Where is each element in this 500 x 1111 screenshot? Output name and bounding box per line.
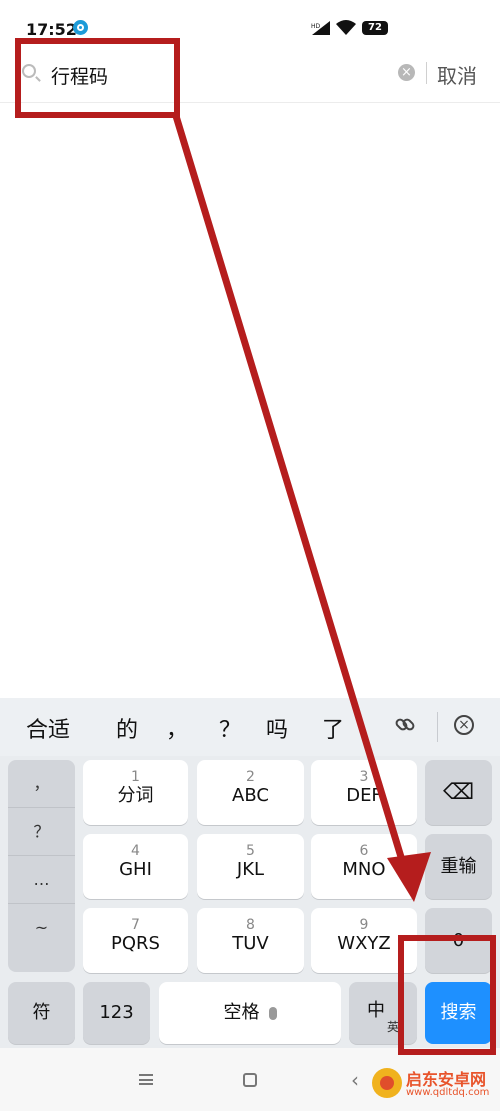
microphone-icon	[268, 1007, 277, 1020]
candidate-word[interactable]: ，	[166, 712, 188, 744]
menu-icon[interactable]	[139, 1074, 153, 1085]
key-number: 4	[131, 843, 140, 859]
key-number: 8	[246, 917, 255, 933]
annotation-box-search-key	[398, 935, 496, 1055]
key-label: JKL	[236, 859, 265, 880]
divider	[437, 712, 438, 742]
cancel-button[interactable]: 取消	[437, 60, 477, 89]
status-time: 17:52	[26, 20, 77, 39]
candidate-word[interactable]: 合适	[26, 712, 70, 744]
clear-icon[interactable]: ×	[398, 64, 415, 81]
key-number: 3	[359, 769, 369, 785]
key-1[interactable]: 1 分词	[83, 760, 188, 825]
key-6[interactable]: 6 MNO	[311, 834, 417, 899]
candidate-word[interactable]: 吗	[266, 712, 288, 744]
key-number: 7	[131, 917, 140, 933]
candidate-word[interactable]: 了	[322, 712, 344, 744]
retype-button[interactable]: 重输	[425, 834, 492, 899]
symbol-button[interactable]: 符	[8, 982, 75, 1044]
status-bar: 17:52 HD 72	[0, 0, 500, 40]
key-label: GHI	[119, 859, 152, 880]
candidate-word[interactable]: 的	[116, 712, 138, 744]
key-5[interactable]: 5 JKL	[197, 834, 304, 899]
key-number: 6	[359, 843, 369, 859]
annotation-box-search	[15, 38, 180, 118]
symbol-key[interactable]: …	[8, 856, 75, 904]
symbol-column[interactable]: ， ？ … ~	[8, 760, 75, 972]
symbol-key[interactable]: ？	[8, 808, 75, 856]
home-icon[interactable]	[243, 1073, 257, 1087]
key-number: 1	[131, 769, 140, 785]
svg-text:HD: HD	[311, 23, 321, 30]
symbol-key[interactable]: ，	[8, 760, 75, 808]
key-number: 9	[359, 917, 369, 933]
key-3[interactable]: 3 DEF	[311, 760, 417, 825]
backspace-button[interactable]: ⌫	[425, 760, 492, 825]
key-label: PQRS	[111, 933, 160, 954]
key-8[interactable]: 8 TUV	[197, 908, 304, 973]
symbol-key[interactable]: ~	[8, 904, 75, 951]
key-number: 2	[246, 769, 255, 785]
key-4[interactable]: 4 GHI	[83, 834, 188, 899]
symbol-label: 符	[32, 1002, 51, 1023]
number-mode-button[interactable]: 123	[83, 982, 150, 1044]
battery-icon: 72	[362, 21, 388, 35]
key-label: TUV	[232, 933, 269, 954]
backspace-icon: ⌫	[442, 780, 475, 805]
close-icon[interactable]: ×	[454, 715, 474, 735]
retype-label: 重输	[440, 856, 477, 877]
key-label: MNO	[342, 859, 386, 880]
space-button[interactable]: 空格	[159, 982, 341, 1044]
key-label: 分词	[117, 785, 154, 806]
space-label: 空格	[223, 1002, 260, 1023]
language-main-label: 中	[367, 1000, 385, 1021]
key-label: ABC	[232, 785, 269, 806]
wifi-icon	[336, 20, 356, 39]
key-label: DEF	[346, 785, 382, 806]
key-7[interactable]: 7 PQRS	[83, 908, 188, 973]
app-notification-icon	[73, 20, 88, 35]
watermark-url: www.qdltdq.com	[406, 1087, 490, 1098]
link-icon[interactable]	[394, 714, 416, 736]
key-2[interactable]: 2 ABC	[197, 760, 304, 825]
number-mode-label: 123	[99, 1002, 134, 1023]
watermark-logo-icon	[372, 1068, 402, 1098]
signal-icon: HD	[310, 20, 332, 39]
key-number: 5	[246, 843, 255, 859]
back-icon[interactable]: ‹	[351, 1068, 359, 1092]
candidate-word[interactable]: ？	[219, 712, 241, 744]
divider	[426, 62, 427, 84]
candidate-bar: 合适 的 ， ？ 吗 了 ×	[0, 698, 500, 756]
